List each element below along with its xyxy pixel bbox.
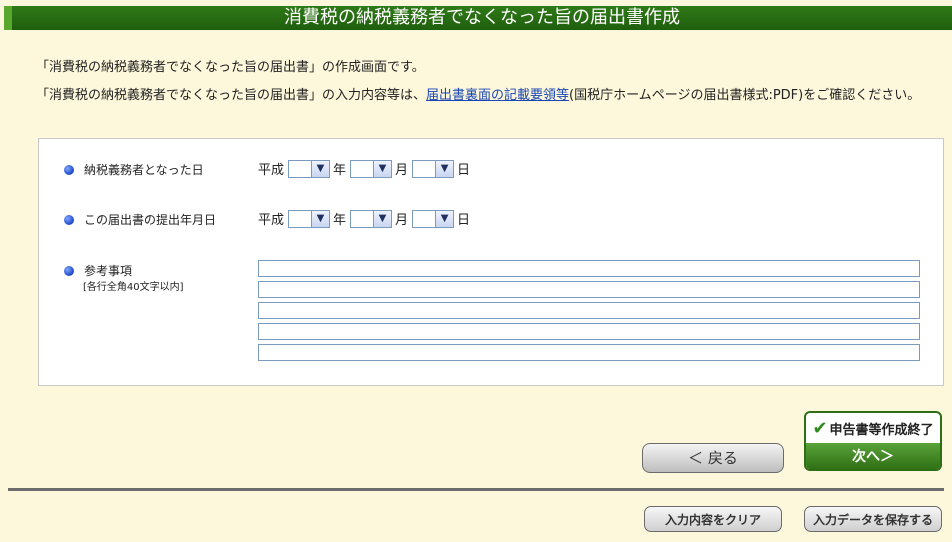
date2-month-select[interactable]: ▼ (350, 209, 393, 228)
date2-day-select[interactable]: ▼ (412, 209, 455, 228)
intro-instructions: 「消費税の納税義務者でなくなった旨の届出書」の入力内容等は、届出書裏面の記載要領… (20, 88, 940, 103)
month-unit: 月 (395, 213, 409, 228)
intro-text: 「消費税の納税義務者でなくなった旨の届出書」の作成画面です。 (36, 60, 425, 75)
date2-fields: 平成 ▼ 年 ▼ 月 ▼ 日 (258, 209, 470, 228)
date2-label-text: この届出書の提出年月日 (84, 213, 217, 227)
next-button[interactable]: 次へ＞ (806, 443, 940, 469)
date1-fields: 平成 ▼ 年 ▼ 月 ▼ 日 (258, 159, 470, 178)
date2-year-select[interactable]: ▼ (288, 209, 331, 228)
notes-line-4[interactable] (258, 323, 920, 340)
chevron-down-icon: ▼ (435, 160, 454, 177)
date1-label-text: 納税義務者となった日 (84, 163, 204, 177)
page-title: 消費税の納税義務者でなくなった旨の届出書作成 (4, 6, 952, 30)
clear-button[interactable]: 入力内容をクリア (644, 506, 782, 532)
bullet-icon (64, 164, 74, 175)
chevron-down-icon: ▼ (311, 210, 330, 227)
finish-label[interactable]: ✔ 申告書等作成終了 (806, 413, 940, 443)
chevron-down-icon: ▼ (435, 210, 454, 227)
notes-line-5[interactable] (258, 344, 920, 361)
chevron-down-icon: ▼ (373, 160, 392, 177)
chevron-down-icon: ▼ (373, 210, 392, 227)
date1-year-select[interactable]: ▼ (288, 159, 331, 178)
day-unit: 日 (457, 213, 471, 228)
bullet-icon (64, 214, 74, 225)
date1-month-select[interactable]: ▼ (350, 159, 393, 178)
guidelines-link[interactable]: 届出書裏面の記載要領等 (426, 88, 569, 103)
notes-label-text: 参考事項 (84, 264, 133, 278)
month-unit: 月 (395, 163, 409, 178)
date1-day-select[interactable]: ▼ (412, 159, 455, 178)
finish-text: 申告書等作成終了 (829, 422, 934, 438)
day-unit: 日 (457, 163, 471, 178)
finish-next-button[interactable]: ✔ 申告書等作成終了 次へ＞ (804, 411, 942, 471)
date2-label: この届出書の提出年月日 (64, 211, 216, 228)
era-label: 平成 (258, 163, 285, 178)
intro-pre-text: 「消費税の納税義務者でなくなった旨の届出書」の入力内容等は、 (36, 88, 427, 103)
intro-post-text: (国税庁ホームページの届出書様式:PDF)をご確認ください。 (569, 88, 921, 103)
back-button[interactable]: ＜ 戻る (642, 443, 784, 473)
divider (8, 488, 944, 491)
notes-line-3[interactable] (258, 302, 920, 319)
notes-line-1[interactable] (258, 260, 920, 277)
chevron-down-icon: ▼ (311, 160, 330, 177)
notes-label: 参考事項 (64, 262, 132, 279)
year-unit: 年 (333, 213, 347, 228)
notes-line-2[interactable] (258, 281, 920, 298)
year-unit: 年 (333, 163, 347, 178)
bullet-icon (64, 265, 74, 276)
notes-sub-label: [各行全角40文字以内] (83, 282, 184, 293)
era-label: 平成 (258, 213, 285, 228)
date1-label: 納税義務者となった日 (64, 161, 204, 178)
save-button[interactable]: 入力データを保存する (804, 506, 942, 532)
check-icon: ✔ (812, 417, 828, 439)
